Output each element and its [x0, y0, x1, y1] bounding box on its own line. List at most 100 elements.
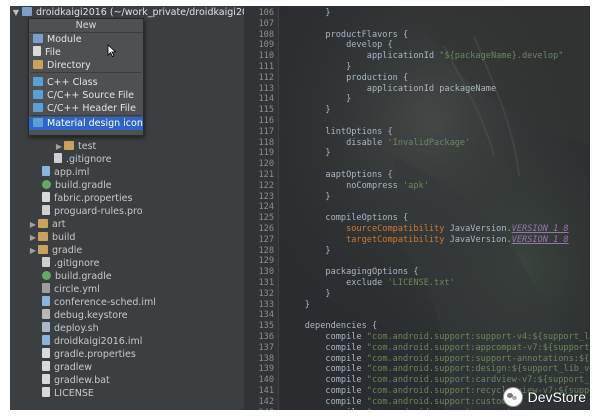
code-token: packagingOptions {: [284, 267, 419, 278]
collapse-arrow-icon[interactable]: ▶: [28, 231, 38, 244]
code-line[interactable]: targetCompatibility JavaVersion.VERSION_…: [284, 235, 569, 246]
code-line[interactable]: compile "com.android.support:design:${su…: [284, 364, 590, 375]
tree-item[interactable]: build.gradle: [10, 270, 112, 283]
tree-item[interactable]: .gitignore: [10, 257, 99, 270]
code-line[interactable]: applicationId "${packageName}.develop": [284, 51, 564, 62]
code-line[interactable]: sourceCompatibility JavaVersion.VERSION_…: [284, 224, 569, 235]
code-line[interactable]: compile "com.android.support:support-ann…: [284, 354, 590, 365]
code-line[interactable]: }: [284, 289, 330, 300]
code-line[interactable]: exclude 'LICENSE.txt': [284, 278, 455, 289]
tree-item[interactable]: debug.keystore: [10, 309, 128, 322]
menu-item-c-c-header-file[interactable]: C/C++ Header File: [29, 102, 143, 115]
folder-icon: [38, 232, 48, 241]
code-line[interactable]: compile "com.android.support:customtab: [284, 397, 522, 408]
sh-icon: [42, 322, 50, 332]
code-line[interactable]: packagingOptions {: [284, 267, 419, 278]
code-token: dependencies {: [284, 321, 378, 332]
tree-item[interactable]: conference-sched.iml: [10, 296, 156, 309]
menu-item-label: C/C++ Header File: [47, 103, 136, 114]
tree-item[interactable]: fabric.properties: [10, 192, 132, 205]
code-line[interactable]: production {: [284, 73, 408, 84]
code-line[interactable]: applicationId packageName: [284, 84, 496, 95]
code-token: compile: [284, 386, 367, 396]
code-editor[interactable]: 106 107 108 109 110 111 112 113 114 115 116 117 118 1…: [244, 6, 590, 410]
tree-item-label: .gitignore: [66, 154, 112, 165]
cpp-header-icon: [33, 103, 43, 112]
code-line[interactable]: }: [284, 148, 330, 159]
menu-item-c-class[interactable]: C++ Class: [29, 76, 143, 89]
line-number: 129: [258, 256, 274, 267]
ide-window: ▼ droidkaigi2016 (~/work_private/droidkai…: [0, 0, 600, 417]
code-line[interactable]: }: [284, 191, 331, 203]
line-number: 117: [258, 126, 274, 137]
line-number: 125: [258, 213, 274, 224]
code-line[interactable]: aaptOptions {: [284, 170, 392, 181]
tree-item[interactable]: ▶ build: [10, 231, 75, 244]
tree-item[interactable]: droidkaigi2016.iml: [10, 335, 142, 348]
menu-item-file[interactable]: File: [29, 46, 143, 59]
tree-item[interactable]: .gitignore: [10, 153, 111, 166]
code-line[interactable]: develop {: [284, 40, 393, 51]
line-number: 136: [258, 332, 274, 342]
code-token: JavaVersion.: [449, 234, 512, 245]
cpp-source-icon: [33, 90, 43, 99]
tree-item[interactable]: gradlew.bat: [10, 374, 110, 387]
code-line[interactable]: disable 'InvalidPackage': [284, 138, 470, 149]
menu-item-c-c-source-file[interactable]: C/C++ Source File: [29, 89, 143, 102]
code-line[interactable]: compileOptions {: [284, 213, 408, 224]
code-line[interactable]: dependencies {: [284, 321, 377, 332]
folder-icon: [64, 141, 74, 150]
code-token: compile: [284, 364, 367, 375]
line-number: 111: [258, 62, 274, 72]
code-line[interactable]: noCompress 'apk': [284, 181, 429, 192]
code-line[interactable]: }: [284, 105, 330, 116]
iml-icon: [42, 296, 50, 306]
material-icon: [33, 118, 43, 127]
line-number: 141: [258, 386, 274, 396]
code-line[interactable]: }: [284, 94, 351, 105]
collapse-arrow-icon[interactable]: ▶: [28, 218, 38, 231]
expand-arrow-icon[interactable]: ▼: [10, 6, 22, 19]
code-token: }: [284, 299, 310, 310]
code-token: }: [284, 245, 331, 256]
code-line[interactable]: lintOptions {: [284, 127, 392, 138]
file-icon: [33, 46, 41, 56]
code-line[interactable]: compile "com.android.support:support-v4:…: [284, 332, 590, 343]
collapse-arrow-icon[interactable]: ▶: [54, 140, 64, 153]
code-line[interactable]: compile "com.android.support:cardview-v7…: [284, 375, 590, 386]
collapse-arrow-icon[interactable]: ▶: [28, 244, 38, 257]
code-line[interactable]: }: [284, 245, 331, 257]
tree-item[interactable]: ▶ art: [10, 218, 65, 231]
code-token: "com.android.support:percent:: [367, 408, 517, 410]
code-line[interactable]: }: [284, 300, 310, 311]
line-number: 110: [258, 51, 274, 62]
tree-item[interactable]: circle.yml: [10, 283, 100, 296]
code-line[interactable]: compile "com.android.support:percent:: [284, 408, 517, 410]
tree-item[interactable]: gradle.properties: [10, 348, 136, 361]
code-token: "com.android.support:support-annotations…: [366, 353, 590, 364]
code-token: }: [284, 191, 331, 202]
line-number: 137: [258, 342, 274, 353]
code-line[interactable]: compile "com.android.support:appcompat-v…: [284, 343, 590, 354]
menu-item-material-design-icon[interactable]: Material design icon: [29, 117, 143, 130]
code-line[interactable]: productFlavors {: [284, 30, 408, 41]
line-number: 134: [258, 310, 274, 321]
tree-item[interactable]: LICENSE: [10, 387, 94, 400]
tree-item[interactable]: build.gradle: [10, 179, 112, 192]
code-line[interactable]: }: [284, 62, 351, 73]
tree-item[interactable]: ▶ test: [10, 140, 96, 153]
tree-item-label: deploy.sh: [54, 323, 99, 334]
code-line[interactable]: }: [284, 8, 330, 19]
tree-item[interactable]: ▶ gradle: [10, 244, 82, 257]
line-number: 108: [258, 29, 274, 40]
code-token: VERSION_1_8: [511, 224, 569, 234]
tree-item-label: gradle: [52, 245, 83, 256]
menu-item-module[interactable]: Module: [29, 33, 143, 46]
tree-item[interactable]: proguard-rules.pro: [10, 205, 143, 218]
tree-item[interactable]: gradlew: [10, 361, 92, 374]
tree-item-label: build: [52, 232, 76, 243]
menu-item-directory[interactable]: Directory: [29, 59, 143, 72]
tree-item[interactable]: deploy.sh: [10, 322, 99, 335]
cpp-class-icon: [33, 77, 43, 86]
tree-item[interactable]: app.iml: [10, 166, 89, 179]
